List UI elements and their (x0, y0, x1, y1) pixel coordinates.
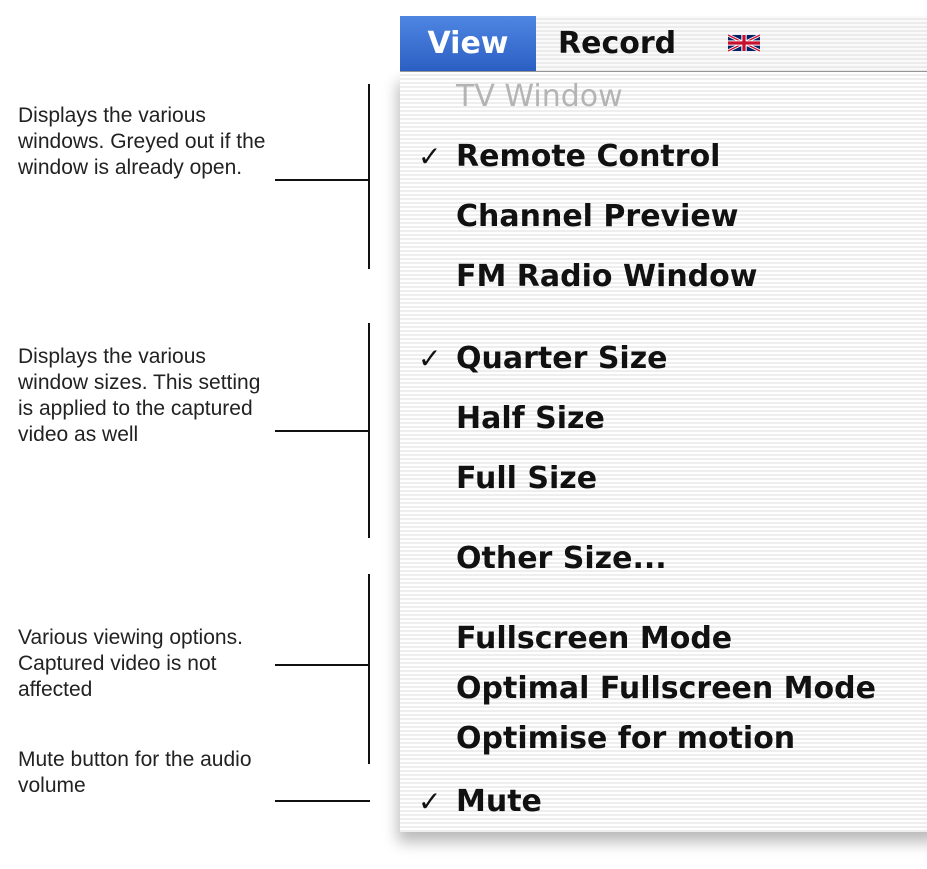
menu-item-remote-control[interactable]: ✓ Remote Control (400, 132, 927, 182)
connector-line (275, 179, 370, 181)
annotation-viewing-options: Various viewing options. Captured video … (18, 626, 243, 701)
menu-record[interactable]: Record (558, 16, 676, 71)
connector-line (275, 664, 370, 666)
menu-item-optimise-for-motion[interactable]: Optimise for motion (400, 714, 927, 764)
connector-line (275, 800, 370, 802)
checkmark-icon: ✓ (418, 785, 442, 818)
menu-bar: View Record (400, 16, 927, 72)
uk-flag-icon[interactable] (728, 31, 760, 55)
menu-item-label: Optimal Fullscreen Mode (456, 671, 876, 706)
view-menu-dropdown: TV Window ✓ Remote Control Channel Previ… (400, 72, 927, 832)
menu-item-optimal-fullscreen-mode[interactable]: Optimal Fullscreen Mode (400, 664, 927, 714)
menu-item-label: Optimise for motion (456, 721, 796, 756)
menu-item-label: Remote Control (456, 139, 721, 174)
checkmark-icon: ✓ (418, 140, 442, 173)
menu-item-other-size[interactable]: Other Size... (400, 534, 927, 584)
group-bracket (368, 84, 370, 269)
menu-item-label: Other Size... (456, 541, 667, 576)
group-bracket (368, 323, 370, 538)
menu-item-full-size[interactable]: Full Size (400, 454, 927, 504)
menu-view[interactable]: View (400, 16, 536, 71)
menu-item-tv-window[interactable]: TV Window (400, 72, 927, 122)
group-bracket (368, 574, 370, 764)
annotation-window-sizes: Displays the various window sizes. This … (18, 345, 261, 446)
menu-item-label: FM Radio Window (456, 259, 758, 294)
menu-item-label: Half Size (456, 401, 605, 436)
menu-item-fm-radio-window[interactable]: FM Radio Window (400, 252, 927, 302)
menu-item-label: Mute (456, 784, 542, 819)
menu-item-label: Quarter Size (456, 341, 668, 376)
menu-item-channel-preview[interactable]: Channel Preview (400, 192, 927, 242)
menu-item-label: Fullscreen Mode (456, 621, 733, 656)
menu-item-label: Channel Preview (456, 199, 739, 234)
menu-item-mute[interactable]: ✓ Mute (400, 777, 927, 827)
annotation-windows: Displays the various windows. Greyed out… (18, 104, 266, 179)
checkmark-icon: ✓ (418, 342, 442, 375)
menu-item-fullscreen-mode[interactable]: Fullscreen Mode (400, 614, 927, 664)
annotation-mute: Mute button for the audio volume (18, 748, 252, 797)
menu-item-label: Full Size (456, 461, 598, 496)
menu-item-label: TV Window (456, 79, 623, 114)
menu-item-quarter-size[interactable]: ✓ Quarter Size (400, 334, 927, 384)
connector-line (275, 430, 370, 432)
menu-item-half-size[interactable]: Half Size (400, 394, 927, 444)
